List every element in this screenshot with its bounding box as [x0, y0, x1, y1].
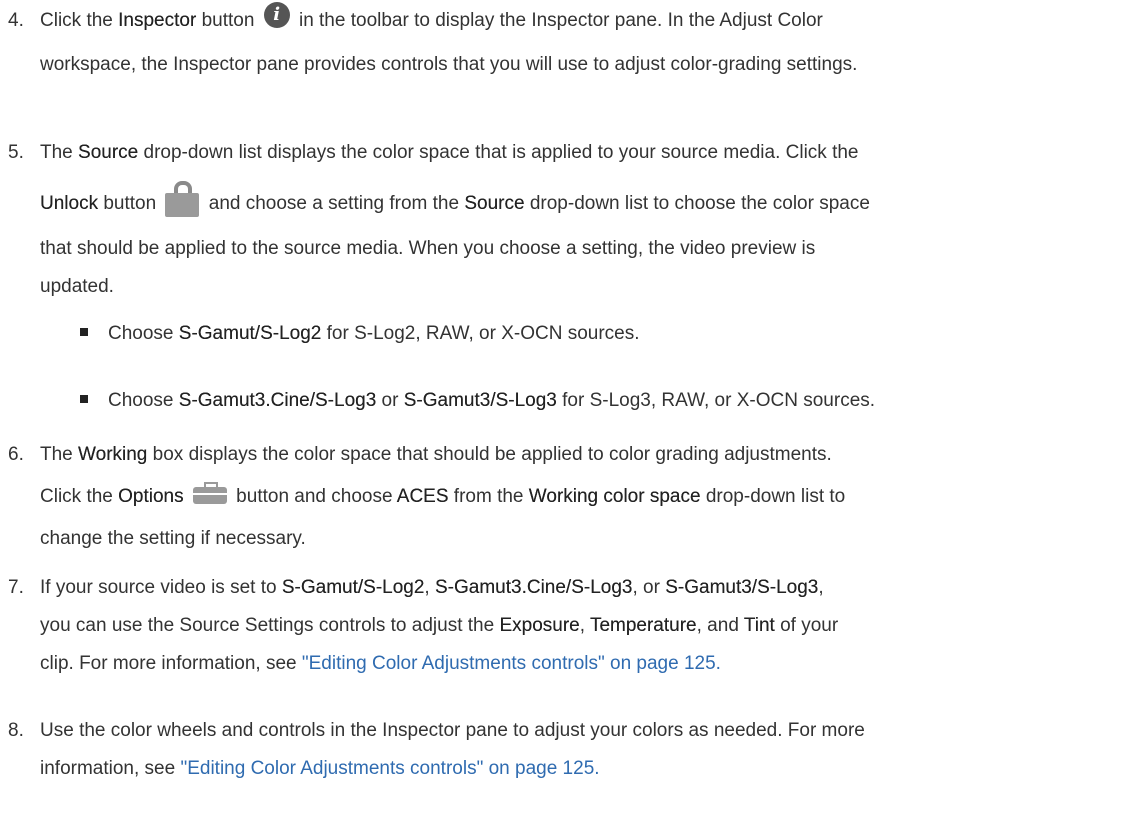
step-line: Click the Options button and choose ACES… — [40, 478, 1114, 516]
ui-term-options: Options — [118, 486, 184, 507]
step-line: The Working box displays the color space… — [40, 436, 1114, 474]
text: The — [40, 444, 79, 465]
text: Click the — [40, 486, 119, 507]
text: Click the — [40, 10, 119, 31]
step-number: 6. — [8, 444, 24, 465]
step-line: If your source video is set to S-Gamut/S… — [40, 569, 1114, 607]
step-number: 8. — [8, 720, 24, 741]
text: , or — [632, 577, 666, 598]
bullet-marker — [80, 327, 88, 336]
step-line: Click the Inspector button i in the tool… — [40, 1, 1114, 40]
text: Choose — [108, 323, 179, 344]
ui-term: Tint — [743, 615, 775, 636]
step-line: updated. — [40, 268, 1114, 306]
text: of your — [774, 615, 839, 636]
text: from the — [448, 486, 529, 507]
text: in the toolbar to display the Inspector … — [293, 10, 823, 31]
list-item: Choose S-Gamut/S-Log2 for S-Log2, RAW, o… — [80, 315, 640, 353]
text: If your source video is set to — [40, 577, 282, 598]
step-number: 7. — [8, 577, 24, 598]
ui-term: Temperature — [589, 615, 697, 636]
ui-term: S-Gamut3/S-Log3 — [665, 577, 819, 598]
step-line: you can use the Source Settings controls… — [40, 607, 1114, 645]
text: drop-down list displays the color space … — [138, 142, 859, 163]
text: clip. For more information, see — [40, 653, 302, 674]
ui-term-unlock: Unlock — [40, 193, 99, 214]
list-item: Choose S-Gamut3.Cine/S-Log3 or S-Gamut3/… — [80, 382, 875, 420]
ui-term: Exposure — [499, 615, 580, 636]
ui-term-source: Source — [78, 142, 139, 163]
step-line: workspace, the Inspector pane provides c… — [40, 46, 1114, 84]
bullet-marker — [80, 394, 88, 403]
text: information, see — [40, 758, 181, 779]
ui-term-aces: ACES — [396, 486, 449, 507]
ui-term-working: Working — [78, 444, 148, 465]
step-number: 4. — [8, 10, 24, 31]
text: , — [818, 577, 824, 598]
text: button — [196, 10, 260, 31]
text: updated. — [40, 276, 114, 297]
ui-term: S-Gamut3/S-Log3 — [403, 390, 557, 411]
text: Use the color wheels and controls in the… — [40, 720, 865, 741]
text: change the setting if necessary. — [40, 528, 306, 549]
text: and choose a setting from the — [203, 193, 465, 214]
step-line: The Source drop-down list displays the c… — [40, 134, 1114, 172]
step-body: Click the Inspector button i in the tool… — [40, 1, 1114, 84]
step-line: Use the color wheels and controls in the… — [40, 712, 1114, 750]
document-page: 4. Click the Inspector button i in the t… — [0, 0, 1122, 837]
text: drop-down list to — [700, 486, 846, 507]
text: button and choose — [230, 486, 397, 507]
text: button — [98, 193, 162, 214]
text: , and — [696, 615, 744, 636]
ui-term-inspector: Inspector — [118, 10, 197, 31]
step-line: Unlock button and choose a setting from … — [40, 178, 1114, 230]
step-line: clip. For more information, see "Editing… — [40, 645, 1114, 683]
step-line: change the setting if necessary. — [40, 520, 1114, 558]
text: workspace, the Inspector pane provides c… — [40, 54, 858, 75]
ui-term: S-Gamut/S-Log2 — [178, 323, 322, 344]
text: or — [376, 390, 404, 411]
lock-icon — [165, 179, 200, 217]
step-number: 5. — [8, 142, 24, 163]
cross-reference-link[interactable]: "Editing Color Adjustments controls" on … — [302, 653, 721, 674]
step-body: The Working box displays the color space… — [40, 436, 1114, 558]
text: The — [40, 142, 79, 163]
step-body: The Source drop-down list displays the c… — [40, 134, 1114, 306]
ui-term: S-Gamut3.Cine/S-Log3 — [434, 577, 633, 598]
text: for S-Log2, RAW, or X-OCN sources. — [321, 323, 640, 344]
text: Choose — [108, 390, 179, 411]
text: , — [579, 615, 590, 636]
toolbox-icon — [192, 481, 227, 504]
text: you can use the Source Settings controls… — [40, 615, 500, 636]
step-line: information, see "Editing Color Adjustme… — [40, 750, 1114, 788]
text: drop-down list to choose the color space — [524, 193, 870, 214]
text: that should be applied to the source med… — [40, 238, 816, 259]
text: box displays the color space that should… — [147, 444, 832, 465]
ui-term-source: Source — [464, 193, 525, 214]
text: for S-Log3, RAW, or X-OCN sources. — [556, 390, 876, 411]
text: , — [424, 577, 435, 598]
step-body: Use the color wheels and controls in the… — [40, 712, 1114, 788]
cross-reference-link[interactable]: "Editing Color Adjustments controls" on … — [180, 758, 599, 779]
info-icon: i — [263, 1, 290, 28]
step-line: that should be applied to the source med… — [40, 230, 1114, 268]
ui-term: S-Gamut/S-Log2 — [281, 577, 425, 598]
ui-term: S-Gamut3.Cine/S-Log3 — [178, 390, 377, 411]
step-body: If your source video is set to S-Gamut/S… — [40, 569, 1114, 683]
ui-term-working-color-space: Working color space — [528, 486, 701, 507]
